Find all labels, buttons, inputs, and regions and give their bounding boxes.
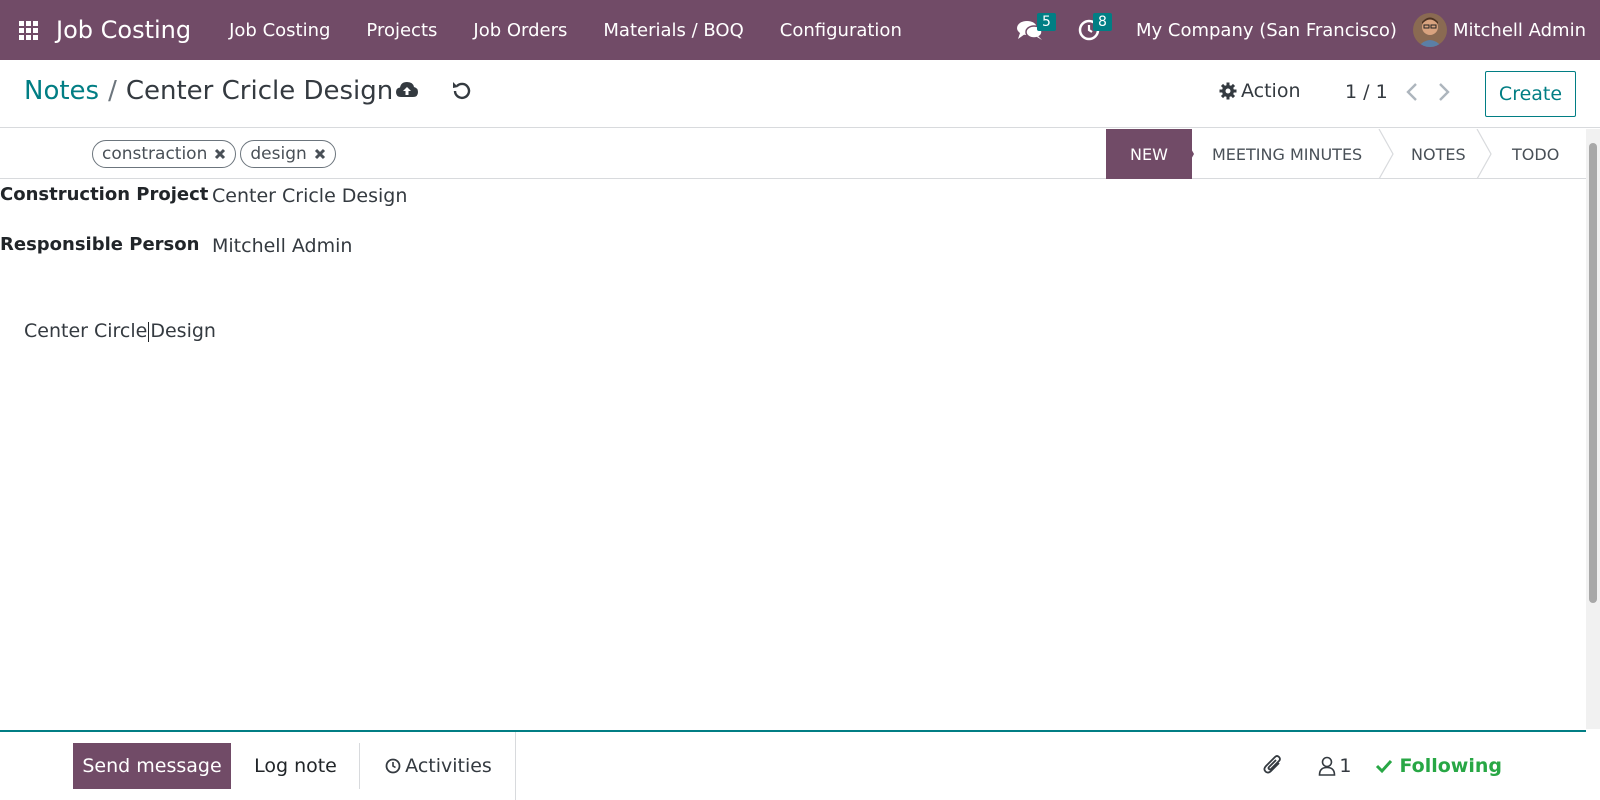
stage-new[interactable]: NEW [1106, 129, 1192, 179]
pager-previous-icon[interactable] [1405, 82, 1419, 106]
note-text-before-cursor: Center Circle [24, 320, 148, 342]
pager-value[interactable]: 1 / 1 [1345, 81, 1388, 103]
tag-label: constraction [102, 144, 208, 164]
main-menu: Job Costing Projects Job Orders Material… [211, 0, 920, 60]
app-brand[interactable]: Job Costing [56, 16, 191, 44]
stage-todo[interactable]: TODO [1512, 129, 1559, 179]
chatter-topbar: Send message Log note Activities 1 Follo… [0, 730, 1586, 800]
breadcrumb: Notes / Center Cricle Design [24, 76, 393, 106]
tag-constraction: constraction [92, 140, 237, 168]
following-button[interactable]: Following [1375, 755, 1502, 777]
tag-label: design [250, 144, 307, 164]
user-icon [1319, 756, 1336, 776]
gear-icon [1219, 82, 1237, 100]
check-icon [1376, 759, 1393, 774]
company-switcher[interactable]: My Company (San Francisco) [1114, 20, 1413, 41]
followers-button[interactable]: 1 [1318, 755, 1351, 777]
menu-projects[interactable]: Projects [348, 0, 455, 60]
responsible-person-field[interactable]: Mitchell Admin [212, 235, 352, 257]
top-navbar: Job Costing Job Costing Projects Job Ord… [0, 0, 1600, 60]
stage-notes[interactable]: NOTES [1411, 129, 1466, 179]
tags-field: constraction design [92, 140, 340, 168]
note-editor[interactable]: Center Circle Design [24, 320, 216, 342]
menu-job-costing[interactable]: Job Costing [211, 0, 348, 60]
paperclip-icon[interactable] [1262, 754, 1284, 778]
systray: 5 8 My Company (San Francisco) Mitchell … [1002, 0, 1600, 60]
menu-materials-boq[interactable]: Materials / BOQ [585, 0, 761, 60]
breadcrumb-notes-link[interactable]: Notes [24, 76, 99, 106]
pager-next-icon[interactable] [1437, 82, 1451, 106]
discard-undo-icon[interactable] [452, 80, 472, 104]
statusbar: constraction design NEW MEETING MINUTES … [0, 129, 1586, 179]
activity-menu[interactable]: 8 [1064, 0, 1114, 60]
create-button[interactable]: Create [1485, 71, 1576, 117]
save-cloud-icon[interactable] [396, 80, 418, 104]
scrollbar[interactable] [1586, 129, 1600, 729]
send-message-button[interactable]: Send message [73, 743, 231, 789]
messaging-menu[interactable]: 5 [1002, 0, 1058, 60]
stage-meeting-minutes[interactable]: MEETING MINUTES [1212, 129, 1362, 179]
tag-remove-icon[interactable] [314, 148, 326, 160]
tag-remove-icon[interactable] [214, 148, 226, 160]
avatar [1412, 13, 1447, 47]
action-label: Action [1241, 80, 1301, 102]
control-panel: Notes / Center Cricle Design Action 1 / … [0, 60, 1600, 128]
menu-configuration[interactable]: Configuration [762, 0, 920, 60]
tag-design: design [240, 140, 336, 168]
user-menu[interactable]: Mitchell Admin [1412, 13, 1600, 47]
breadcrumb-separator: / [108, 76, 117, 106]
user-name: Mitchell Admin [1452, 19, 1586, 41]
note-text-after-cursor: Design [150, 320, 216, 342]
clock-icon [385, 758, 401, 774]
scrollbar-thumb[interactable] [1589, 143, 1597, 603]
followers-count: 1 [1339, 755, 1352, 777]
apps-menu-icon[interactable] [0, 0, 56, 60]
chatter-actions: 1 Following [1262, 732, 1502, 800]
activities-count-badge: 8 [1093, 13, 1112, 31]
following-label: Following [1399, 755, 1502, 777]
log-note-button[interactable]: Log note [232, 743, 360, 789]
responsible-person-label: Responsible Person [0, 234, 200, 255]
messages-count-badge: 5 [1037, 13, 1056, 31]
construction-project-field[interactable]: Center Cricle Design [212, 185, 407, 207]
page-title: Center Cricle Design [125, 76, 394, 106]
action-button[interactable]: Action [1219, 80, 1301, 102]
menu-job-orders[interactable]: Job Orders [455, 0, 585, 60]
construction-project-label: Construction Project [0, 184, 209, 205]
activities-button[interactable]: Activities [362, 732, 516, 800]
activities-label: Activities [405, 755, 492, 777]
